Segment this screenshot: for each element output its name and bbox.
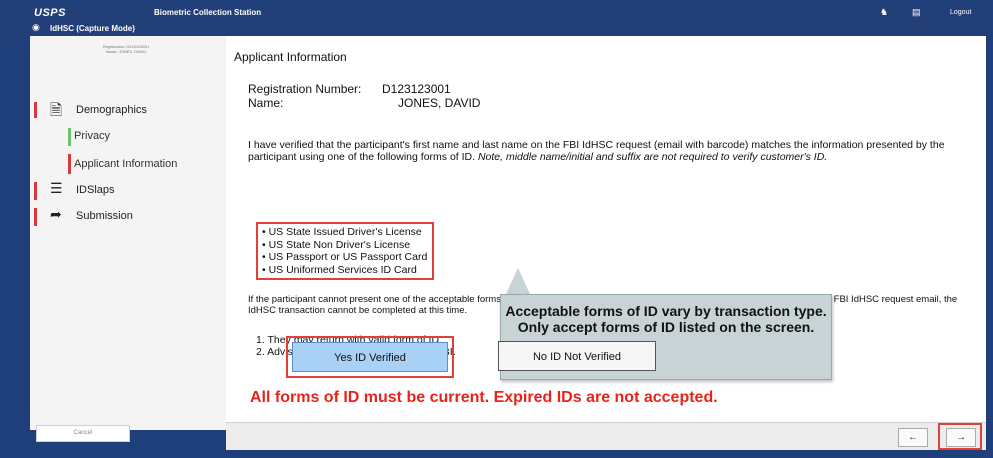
sidebar-subitem-privacy[interactable]: Privacy <box>68 128 218 148</box>
list-item: US Passport or US Passport Card <box>262 251 432 264</box>
sidebar-item-demographics[interactable]: 🗎 Demographics <box>30 98 226 122</box>
sidebar-item-label: IDSlaps <box>76 184 115 196</box>
sidebar-name: Name: JONES, DAVID <box>105 49 147 54</box>
sidebar-status-mark <box>34 208 37 226</box>
page-title: Applicant Information <box>234 50 347 64</box>
list-item: US State Issued Driver's License <box>262 226 432 239</box>
logout-link[interactable]: Logout <box>950 9 971 16</box>
cancel-button[interactable]: Cancel <box>36 425 130 442</box>
next-button[interactable]: → <box>946 428 976 447</box>
registration-value: D123123001 <box>382 82 451 96</box>
document-icon: 🗎 <box>50 102 63 119</box>
next-button-highlight: → <box>938 423 982 450</box>
name-value: JONES, DAVID <box>398 96 481 110</box>
sidebar: Registration: D123123001 Name: JONES, DA… <box>30 36 254 430</box>
sidebar-status-mark <box>34 182 37 200</box>
yes-id-verified-button[interactable]: Yes ID Verified <box>292 342 448 372</box>
printer-icon[interactable]: ▤ <box>912 7 921 18</box>
list-item: US Uniformed Services ID Card <box>262 264 432 277</box>
mode-bar: ◉ IdHSC (Capture Mode) <box>6 20 987 36</box>
list-item: US State Non Driver's License <box>262 239 432 252</box>
person-icon[interactable]: ♞ <box>880 7 888 18</box>
callout-line: Only accept forms of ID listed on the sc… <box>517 319 815 335</box>
sidebar-item-label: Demographics <box>76 104 147 116</box>
acceptable-id-list: US State Issued Driver's License US Stat… <box>256 222 434 280</box>
name-label: Name: <box>248 96 284 110</box>
yes-button-highlight: Yes ID Verified <box>286 336 454 378</box>
current-marker <box>68 154 71 174</box>
submit-arrow-icon: ➦ <box>50 206 62 222</box>
fingerprint-icon: ◉ <box>32 22 40 32</box>
title-bar: USPS Biometric Collection Station ♞ ▤ Lo… <box>6 6 987 20</box>
sidebar-subitem-applicant-information[interactable]: Applicant Information <box>68 154 254 176</box>
usps-logo: USPS <box>34 7 66 19</box>
app-title: Biometric Collection Station <box>154 8 262 17</box>
complete-marker <box>68 128 71 146</box>
verification-statement: I have verified that the participant's f… <box>248 139 974 163</box>
main-panel: Applicant Information Registration Numbe… <box>226 36 986 422</box>
sidebar-status-mark <box>34 102 37 118</box>
footer-bar: ← → <box>226 422 986 450</box>
callout-pointer <box>506 268 530 294</box>
sidebar-subitem-label: Privacy <box>74 130 111 142</box>
sidebar-item-submission[interactable]: ➦ Submission <box>30 206 226 230</box>
no-id-not-verified-button[interactable]: No ID Not Verified <box>498 341 656 371</box>
callout-line: Acceptable forms of ID vary by transacti… <box>505 303 827 319</box>
sidebar-item-idslaps[interactable]: ☰ IDSlaps <box>30 180 226 204</box>
registration-label: Registration Number: <box>248 82 362 96</box>
back-button[interactable]: ← <box>898 428 928 447</box>
mode-label: IdHSC (Capture Mode) <box>50 24 135 33</box>
sidebar-applicant-summary: Registration: D123123001 Name: JONES, DA… <box>66 44 186 54</box>
fingerprint-scanner-icon: ☰ <box>50 180 63 196</box>
sidebar-item-label: Submission <box>76 210 133 222</box>
expired-id-warning: All forms of ID must be current. Expired… <box>250 389 718 406</box>
verification-note: Note, middle name/initial and suffix are… <box>477 151 828 163</box>
sidebar-subitem-label: Applicant Information <box>74 158 178 170</box>
